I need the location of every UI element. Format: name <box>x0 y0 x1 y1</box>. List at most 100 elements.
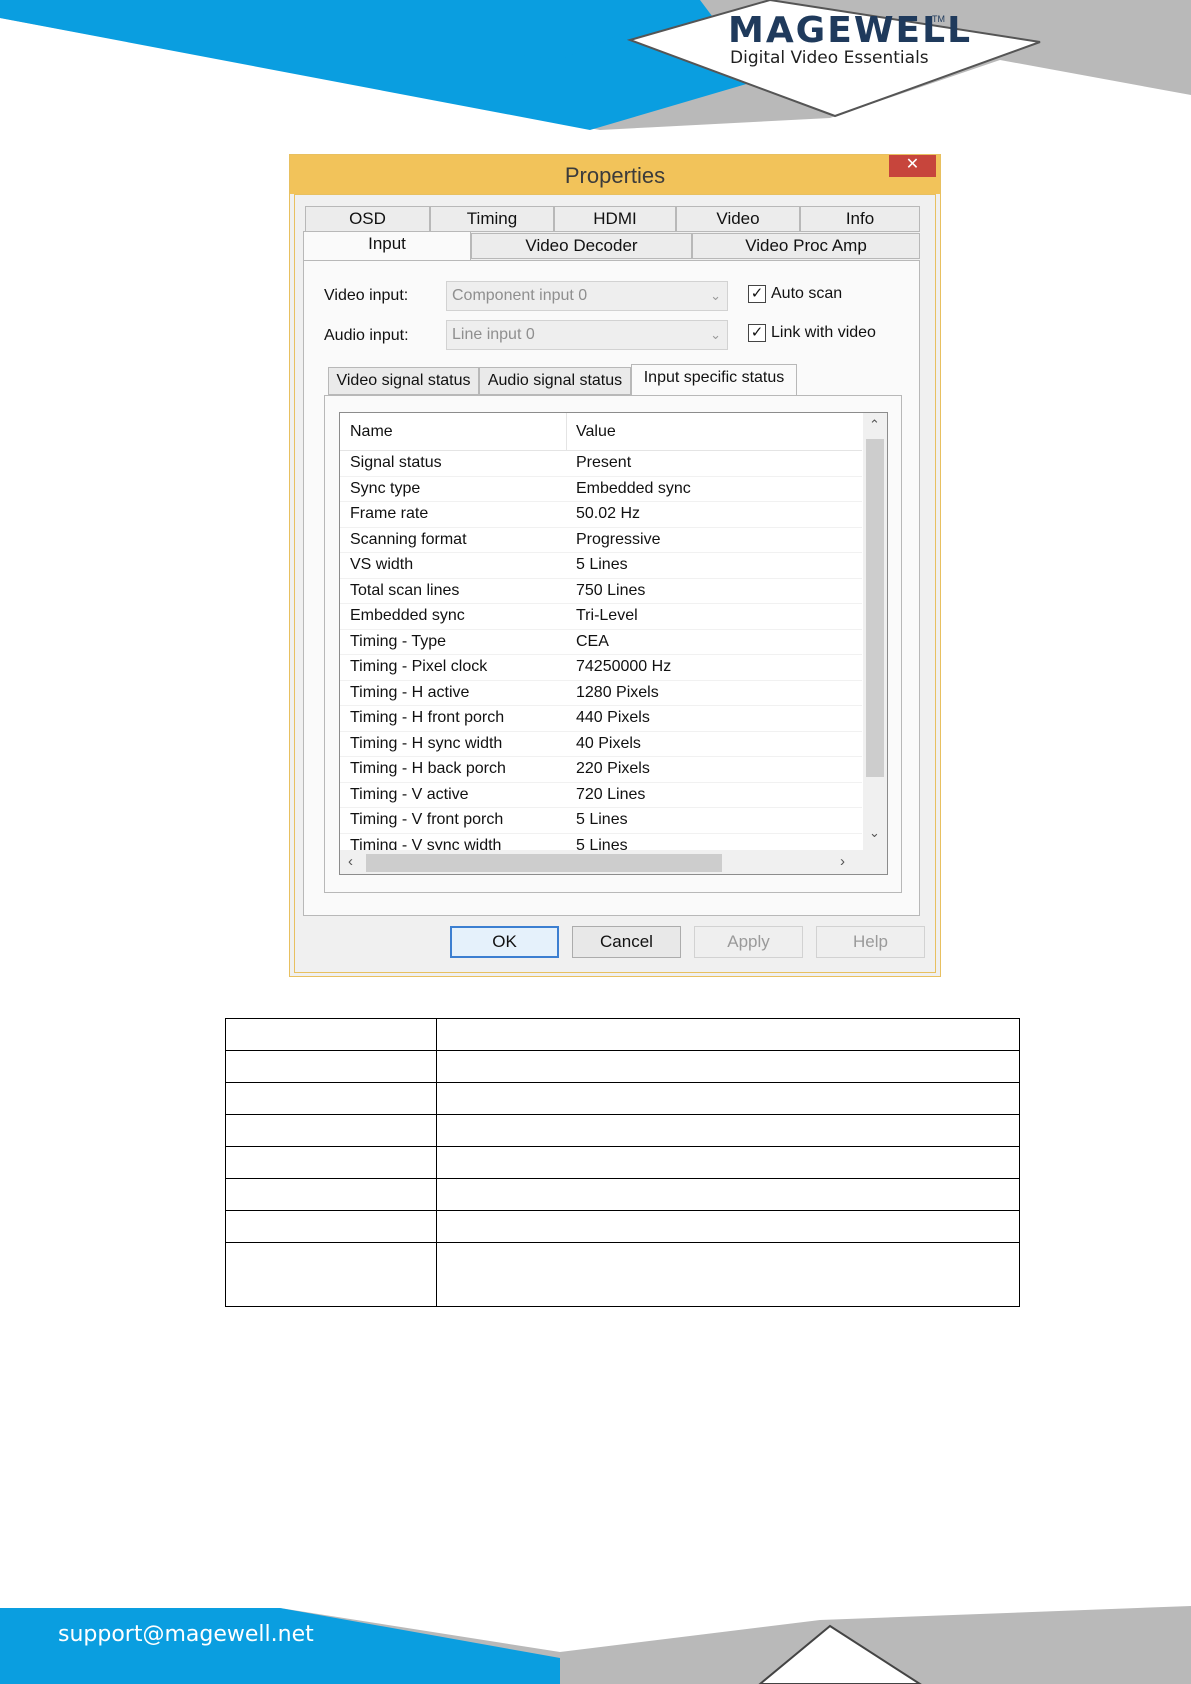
close-icon[interactable]: ✕ <box>889 155 936 177</box>
list-item[interactable]: Timing - H sync width 40 Pixels <box>340 732 862 757</box>
table-cell-value <box>436 1082 1020 1115</box>
list-item[interactable]: Timing - H front porch 440 Pixels <box>340 706 862 732</box>
cancel-button[interactable]: Cancel <box>572 926 681 958</box>
tab-hdmi[interactable]: HDMI <box>554 206 676 232</box>
dialog-titlebar[interactable]: Properties ✕ <box>290 155 940 194</box>
auto-scan-label[interactable]: Auto scan <box>771 285 842 303</box>
table-row <box>225 1114 1020 1147</box>
table-row <box>225 1242 1020 1307</box>
list-item-value: 1280 Pixels <box>576 683 659 701</box>
list-item-value: 5 Lines <box>576 556 628 573</box>
header-decoration <box>0 0 1191 130</box>
list-item-value: 40 Pixels <box>576 734 641 752</box>
audio-input-label: Audio input: <box>324 327 409 344</box>
table-row <box>225 1018 1020 1051</box>
table-row <box>225 1210 1020 1243</box>
video-input-label: Video input: <box>324 287 409 304</box>
support-email[interactable]: support@magewell.net <box>58 1622 314 1647</box>
audio-input-value: Line input 0 <box>452 326 535 343</box>
list-item-value: CEA <box>576 632 609 650</box>
list-item-name: Timing - Pixel clock <box>350 658 488 675</box>
list-item-name: Embedded sync <box>350 607 465 624</box>
ok-button[interactable]: OK <box>450 926 559 958</box>
list-item-value: 50.02 Hz <box>576 505 641 522</box>
column-header-name[interactable]: Name <box>350 423 393 441</box>
scroll-up-icon[interactable]: ⌃ <box>869 417 880 433</box>
tab-input[interactable]: Input <box>303 231 471 261</box>
list-item[interactable]: Timing - V active 720 Lines <box>340 783 862 808</box>
help-button[interactable]: Help <box>816 926 925 958</box>
tab-video-decoder[interactable]: Video Decoder <box>471 233 692 259</box>
scroll-right-icon[interactable]: › <box>840 853 845 870</box>
scroll-down-icon[interactable]: ⌄ <box>869 825 880 841</box>
table-cell-label <box>225 1146 437 1179</box>
table-row <box>225 1146 1020 1179</box>
scroll-left-icon[interactable]: ‹ <box>348 853 353 870</box>
list-item-name: Timing - H sync width <box>350 734 503 752</box>
trademark-mark: TM <box>932 14 945 24</box>
list-item-value: 720 Lines <box>576 785 646 803</box>
list-item-name: Timing - H back porch <box>350 760 506 777</box>
tab-audio-signal-status[interactable]: Audio signal status <box>479 367 631 395</box>
list-item[interactable]: Scanning format Progressive <box>340 528 862 553</box>
list-item[interactable]: Timing - V front porch 5 Lines <box>340 808 862 834</box>
table-cell-label <box>225 1082 437 1115</box>
horizontal-scroll-thumb[interactable] <box>366 854 722 872</box>
tab-osd[interactable]: OSD <box>305 206 430 232</box>
tab-timing[interactable]: Timing <box>430 206 554 232</box>
list-item-value: 74250000 Hz <box>576 658 672 675</box>
list-item-name: Timing - H active <box>350 683 470 701</box>
list-item-name: Timing - V front porch <box>350 811 504 828</box>
table-cell-value <box>436 1018 1020 1051</box>
tab-input-specific-status[interactable]: Input specific status <box>631 364 797 395</box>
list-item-value: Progressive <box>576 530 661 548</box>
list-item-value: 5 Lines <box>576 811 628 828</box>
list-rows: Signal status Present Sync type Embedded sy… <box>340 451 862 859</box>
list-item[interactable]: Embedded sync Tri-Level <box>340 604 862 630</box>
list-item[interactable]: Sync type Embedded sync <box>340 477 862 502</box>
status-list[interactable]: Name Value Signal status Present Sync type… <box>339 412 888 875</box>
tab-info[interactable]: Info <box>800 206 920 232</box>
dialog-title: Properties <box>564 163 666 188</box>
tab-video-proc-amp[interactable]: Video Proc Amp <box>692 233 920 259</box>
list-item-name: VS width <box>350 556 414 573</box>
video-input-value: Component input 0 <box>452 287 588 304</box>
apply-button[interactable]: Apply <box>694 926 803 958</box>
list-item[interactable]: Frame rate 50.02 Hz <box>340 502 862 528</box>
list-item-value: 220 Pixels <box>576 760 650 777</box>
table-row <box>225 1178 1020 1211</box>
tab-video[interactable]: Video <box>676 206 800 232</box>
auto-scan-checkbox[interactable]: ✓ <box>748 285 766 303</box>
brand-tagline: Digital Video Essentials <box>730 48 929 68</box>
video-input-select[interactable]: Component input 0 ⌄ <box>446 281 728 311</box>
table-cell-value <box>436 1114 1020 1147</box>
audio-input-select[interactable]: Line input 0 ⌄ <box>446 320 728 350</box>
list-item[interactable]: VS width 5 Lines <box>340 553 862 579</box>
table-cell-value <box>436 1210 1020 1243</box>
list-item-name: Scanning format <box>350 530 467 548</box>
table-cell-value <box>436 1242 1020 1307</box>
column-divider[interactable] <box>566 413 567 450</box>
link-with-video-checkbox[interactable]: ✓ <box>748 324 766 342</box>
list-item-value: 440 Pixels <box>576 709 650 726</box>
list-item[interactable]: Timing - Type CEA <box>340 630 862 655</box>
list-header: Name Value <box>340 413 862 451</box>
tab-video-signal-status[interactable]: Video signal status <box>328 367 479 395</box>
horizontal-scrollbar[interactable]: ‹ › <box>340 850 887 874</box>
list-item-value: Tri-Level <box>576 607 638 624</box>
table-cell-label <box>225 1018 437 1051</box>
table-cell-label <box>225 1210 437 1243</box>
list-item-name: Timing - V active <box>350 785 469 803</box>
list-item[interactable]: Signal status Present <box>340 451 862 477</box>
table-cell-label <box>225 1178 437 1211</box>
column-header-value[interactable]: Value <box>576 423 616 441</box>
vertical-scroll-thumb[interactable] <box>866 439 884 777</box>
list-item-value: Present <box>576 454 632 471</box>
vertical-scrollbar[interactable]: ⌃ ⌄ <box>863 413 887 851</box>
list-item[interactable]: Timing - H back porch 220 Pixels <box>340 757 862 783</box>
link-with-video-label[interactable]: Link with video <box>771 324 876 342</box>
list-item[interactable]: Timing - H active 1280 Pixels <box>340 681 862 706</box>
list-item[interactable]: Total scan lines 750 Lines <box>340 579 862 604</box>
list-item[interactable]: Timing - Pixel clock 74250000 Hz <box>340 655 862 681</box>
list-item-name: Sync type <box>350 479 421 497</box>
